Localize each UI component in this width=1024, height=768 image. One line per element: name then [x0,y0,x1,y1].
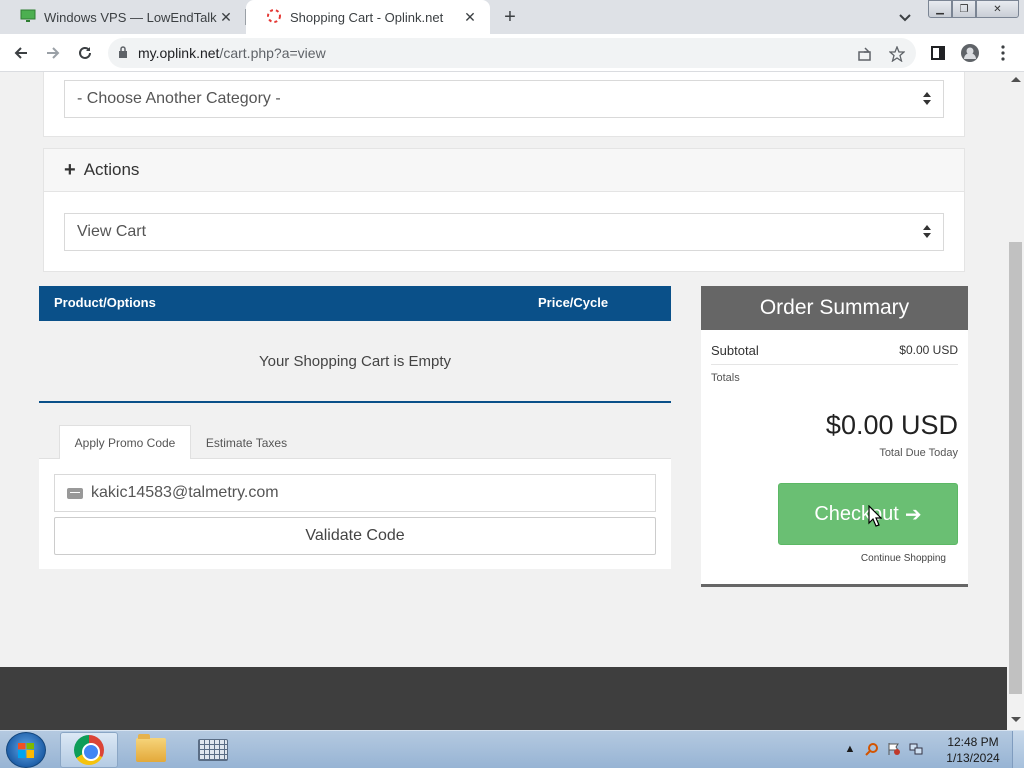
address-bar[interactable]: my.oplink.net/cart.php?a=view [108,38,916,68]
scroll-down-arrow-icon[interactable] [1011,717,1021,722]
cart-table-header: Product/Options Price/Cycle [39,286,671,321]
lock-icon [118,45,128,61]
category-panel: - Choose Another Category - [43,72,965,137]
taskbar-explorer[interactable] [122,732,180,768]
clock-date: 1/13/2024 [946,751,1000,765]
back-arrow-icon[interactable] [8,40,34,66]
page-viewport: - Choose Another Category - + Actions Vi… [0,72,1007,730]
minimize-button[interactable]: ▁ [928,0,952,18]
actions-panel: + Actions View Cart [43,148,965,272]
window-close-button[interactable]: ✕ [976,0,1019,18]
url-path: /cart.php?a=view [219,45,326,61]
tab-apply-promo-code[interactable]: Apply Promo Code [59,425,191,460]
divider [711,364,958,365]
mouse-cursor-icon [868,504,883,527]
ticket-icon [67,487,83,499]
monitor-icon [20,9,36,26]
keyboard-icon [198,739,228,761]
cart-empty-message: Your Shopping Cart is Empty [39,321,671,403]
folder-icon [136,734,166,762]
chevron-down-icon[interactable] [895,8,915,28]
select-arrows-icon [923,225,931,239]
promo-body: kakic14583@talmetry.com Validate Code [39,459,671,569]
browser-toolbar: my.oplink.net/cart.php?a=view [0,34,1024,72]
promo-code-value: kakic14583@talmetry.com [91,484,279,501]
subtotal-value: $0.00 USD [899,343,958,357]
menu-dots-icon[interactable] [990,40,1016,66]
browser-tab-bar: Windows VPS — LowEndTalk ✕ Shopping Cart… [0,0,1024,34]
profile-avatar-icon[interactable] [957,40,983,66]
action-center-flag-icon[interactable] [886,741,902,757]
column-header-product: Product/Options [54,295,156,310]
promo-tabs: Apply Promo Code Estimate Taxes [39,423,671,460]
order-summary: Order Summary Subtotal $0.00 USD Totals … [701,286,968,587]
new-tab-button[interactable]: + [498,5,522,29]
continue-shopping-link[interactable]: Continue Shopping [861,553,946,564]
total-due-label: Total Due Today [879,447,958,459]
promo-section: Apply Promo Code Estimate Taxes kakic145… [39,423,671,569]
tab-estimate-taxes[interactable]: Estimate Taxes [199,425,294,460]
actions-select[interactable]: View Cart [64,213,944,251]
subtotal-label: Subtotal [711,343,759,358]
promo-code-input[interactable]: kakic14583@talmetry.com [54,474,656,512]
star-icon[interactable] [888,45,906,63]
url-host: my.oplink.net [138,45,220,61]
forward-arrow-icon[interactable] [40,40,66,66]
checkout-label: Checkout [814,502,899,525]
close-icon[interactable]: ✕ [462,9,478,25]
category-select[interactable]: - Choose Another Category - [64,80,944,118]
page-scrollbar[interactable] [1007,72,1024,730]
arrow-right-icon: ➔ [904,503,922,526]
maximize-button[interactable]: ❐ [952,0,976,18]
start-button-icon[interactable] [6,732,46,768]
taskbar-clock[interactable]: 12:48 PM 1/13/2024 [938,734,1008,766]
plus-icon: + [64,159,76,181]
share-icon[interactable] [856,45,874,63]
actions-title: Actions [83,160,140,179]
spinner-icon [266,8,282,27]
windows-taskbar: ▲ 12:48 PM 1/13/2024 [0,730,1024,768]
system-tray: ▲ [842,737,924,761]
scroll-thumb[interactable] [1009,242,1022,694]
totals-label: Totals [711,372,740,384]
page-footer [0,667,1007,730]
side-panel-icon[interactable] [925,40,951,66]
actions-select-value: View Cart [77,223,147,240]
actions-header[interactable]: + Actions [44,149,964,192]
column-header-price: Price/Cycle [538,295,609,310]
subtotal-row: Subtotal $0.00 USD [711,343,958,358]
total-amount: $0.00 USD [825,410,958,440]
close-icon[interactable]: ✕ [218,9,234,25]
tab-title: Windows VPS — LowEndTalk [44,9,217,25]
validate-code-button[interactable]: Validate Code [54,517,656,555]
scroll-up-arrow-icon[interactable] [1011,77,1021,82]
taskbar-keyboard[interactable] [184,732,242,768]
search-tool-icon[interactable] [864,741,880,757]
tab-shopping-cart[interactable]: Shopping Cart - Oplink.net ✕ [246,0,490,34]
show-desktop-button[interactable] [1012,731,1024,768]
network-icon[interactable] [908,741,924,757]
tab-lowendtalk[interactable]: Windows VPS — LowEndTalk ✕ [0,0,246,34]
order-summary-title: Order Summary [701,286,968,330]
category-select-value: - Choose Another Category - [77,90,281,107]
clock-time: 12:48 PM [947,735,999,749]
tray-expand-icon[interactable]: ▲ [842,741,858,757]
select-arrows-icon [923,92,931,106]
taskbar-chrome[interactable] [60,732,118,768]
tab-title: Shopping Cart - Oplink.net [290,9,444,25]
reload-icon[interactable] [72,40,98,66]
chrome-icon [74,735,104,765]
